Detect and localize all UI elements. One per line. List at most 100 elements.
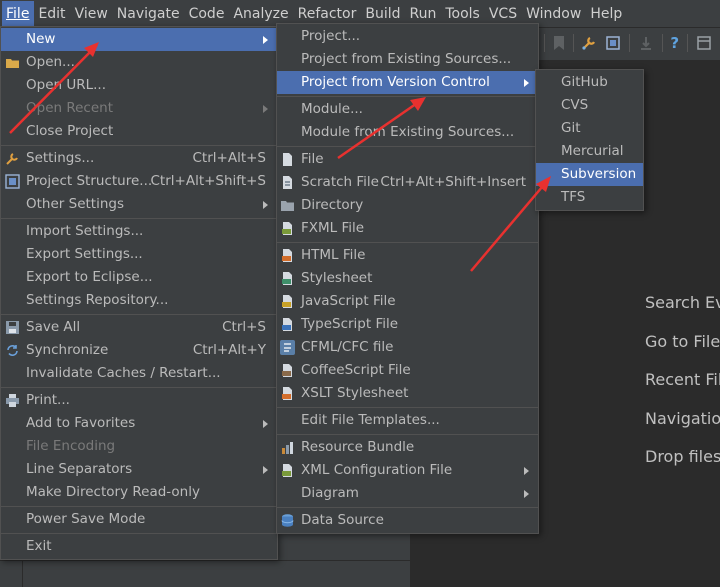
menu-separator: [277, 434, 538, 435]
menu-item-cvs[interactable]: CVS: [536, 94, 643, 117]
menu-item-synchronize[interactable]: Synchronize Ctrl+Alt+Y: [1, 339, 277, 362]
menu-code-label: Code: [188, 5, 225, 22]
menu-file[interactable]: File: [2, 0, 35, 27]
menu-item-save-all-label: Save All: [26, 319, 81, 335]
menu-view-label: View: [74, 5, 108, 22]
menu-item-subversion[interactable]: Subversion: [536, 163, 643, 186]
menu-item-synchronize-shortcut: Ctrl+Alt+Y: [192, 342, 266, 358]
run-anything-icon[interactable]: [638, 34, 654, 52]
menu-item-edit-file-templates[interactable]: Edit File Templates...: [277, 409, 538, 432]
menu-item-stylesheet[interactable]: Stylesheet: [277, 267, 538, 290]
menu-item-typescript-file[interactable]: TypeScript File: [277, 313, 538, 336]
menu-item-file-encoding[interactable]: File Encoding: [1, 435, 277, 458]
menu-item-edit-file-templates-label: Edit File Templates...: [301, 412, 440, 428]
menu-item-scratch-file-label: Scratch File: [301, 174, 379, 190]
menu-item-fxml-file[interactable]: FXML File: [277, 217, 538, 240]
menu-item-invalidate-caches[interactable]: Invalidate Caches / Restart...: [1, 362, 277, 385]
menu-item-make-readonly[interactable]: Make Directory Read-only: [1, 481, 277, 504]
menu-item-cfml-file[interactable]: CFML/CFC file: [277, 336, 538, 359]
menu-item-file[interactable]: File: [277, 148, 538, 171]
file-menu-dropdown: New Open... Open URL... Open Recent Clos…: [0, 26, 278, 560]
menu-item-mercurial[interactable]: Mercurial: [536, 140, 643, 163]
submenu-arrow-icon: [263, 420, 268, 428]
fxml-file-icon: [280, 221, 295, 236]
menu-item-project-from-vcs[interactable]: Project from Version Control: [277, 71, 538, 94]
submenu-arrow-icon: [524, 467, 529, 475]
menu-item-github[interactable]: GitHub: [536, 71, 643, 94]
menu-item-coffeescript-file[interactable]: CoffeeScript File: [277, 359, 538, 382]
menu-item-open[interactable]: Open...: [1, 51, 277, 74]
menu-item-open-label: Open...: [26, 54, 75, 70]
menu-item-diagram[interactable]: Diagram: [277, 482, 538, 505]
menu-item-make-readonly-label: Make Directory Read-only: [26, 484, 200, 500]
wrench-icon[interactable]: [581, 34, 597, 52]
menu-item-xml-config-file[interactable]: XML Configuration File: [277, 459, 538, 482]
menu-separator: [277, 146, 538, 147]
menu-item-html-file[interactable]: HTML File: [277, 244, 538, 267]
menu-item-save-all-shortcut: Ctrl+S: [222, 319, 266, 335]
menu-item-diagram-label: Diagram: [301, 485, 359, 501]
hint-recent-files: Recent File: [645, 370, 720, 389]
folder-icon: [280, 198, 295, 213]
menu-item-open-recent-label: Open Recent: [26, 100, 114, 116]
menu-code[interactable]: Code: [185, 1, 230, 27]
menu-item-tfs[interactable]: TFS: [536, 186, 643, 209]
menu-item-open-recent[interactable]: Open Recent: [1, 97, 277, 120]
menu-item-export-settings[interactable]: Export Settings...: [1, 243, 277, 266]
menu-item-power-save[interactable]: Power Save Mode: [1, 508, 277, 531]
menu-file-label: File: [6, 5, 30, 22]
submenu-arrow-icon: [524, 79, 529, 87]
menu-separator: [1, 314, 277, 315]
project-structure-icon[interactable]: [605, 34, 621, 52]
menu-item-tfs-label: TFS: [561, 189, 586, 205]
menu-item-module-existing[interactable]: Module from Existing Sources...: [277, 121, 538, 144]
menu-item-import-settings[interactable]: Import Settings...: [1, 220, 277, 243]
menu-window-label: Window: [526, 5, 582, 22]
menu-item-resource-bundle-label: Resource Bundle: [301, 439, 415, 455]
menu-item-directory-label: Directory: [301, 197, 364, 213]
menu-help-label: Help: [590, 5, 623, 22]
menu-item-settings[interactable]: Settings... Ctrl+Alt+S: [1, 147, 277, 170]
menu-item-export-eclipse[interactable]: Export to Eclipse...: [1, 266, 277, 289]
menu-item-xslt-stylesheet[interactable]: XSLT Stylesheet: [277, 382, 538, 405]
menu-edit[interactable]: Edit: [34, 1, 70, 27]
folder-icon: [5, 55, 20, 70]
menu-item-exit[interactable]: Exit: [1, 535, 277, 558]
menu-item-directory[interactable]: Directory: [277, 194, 538, 217]
menu-item-resource-bundle[interactable]: Resource Bundle: [277, 436, 538, 459]
menu-item-project-existing-label: Project from Existing Sources...: [301, 51, 512, 67]
menu-item-close-project[interactable]: Close Project: [1, 120, 277, 143]
menu-view[interactable]: View: [71, 1, 113, 27]
coffeescript-file-icon: [280, 363, 295, 378]
menu-item-project-structure[interactable]: Project Structure... Ctrl+Alt+Shift+S: [1, 170, 277, 193]
menu-navigate[interactable]: Navigate: [113, 1, 185, 27]
menu-item-module-label: Module...: [301, 101, 363, 117]
menu-help[interactable]: Help: [586, 1, 627, 27]
layout-icon[interactable]: [696, 34, 712, 52]
menu-item-data-source[interactable]: Data Source: [277, 509, 538, 532]
menu-item-line-separators[interactable]: Line Separators: [1, 458, 277, 481]
menu-item-javascript-file[interactable]: JavaScript File: [277, 290, 538, 313]
menu-item-git[interactable]: Git: [536, 117, 643, 140]
menu-refactor-label: Refactor: [297, 5, 357, 22]
hint-go-to-file: Go to File: [645, 332, 720, 351]
menu-item-project-existing[interactable]: Project from Existing Sources...: [277, 48, 538, 71]
bookmark-icon[interactable]: [553, 34, 565, 52]
menu-item-other-settings[interactable]: Other Settings: [1, 193, 277, 216]
menu-item-fxml-file-label: FXML File: [301, 220, 365, 236]
project-structure-icon: [5, 174, 20, 189]
menu-item-module[interactable]: Module...: [277, 98, 538, 121]
menu-item-settings-label: Settings...: [26, 150, 95, 166]
help-icon[interactable]: ?: [670, 34, 679, 52]
menu-item-scratch-file[interactable]: Scratch File Ctrl+Alt+Shift+Insert: [277, 171, 538, 194]
menu-item-settings-repository[interactable]: Settings Repository...: [1, 289, 277, 312]
submenu-arrow-icon: [263, 466, 268, 474]
menu-item-new-project[interactable]: Project...: [277, 25, 538, 48]
toolbar-separator: [572, 34, 574, 52]
menu-item-add-favorites[interactable]: Add to Favorites: [1, 412, 277, 435]
menu-item-open-url[interactable]: Open URL...: [1, 74, 277, 97]
menu-item-new[interactable]: New: [1, 28, 277, 51]
menu-item-save-all[interactable]: Save All Ctrl+S: [1, 316, 277, 339]
menu-item-print[interactable]: Print...: [1, 389, 277, 412]
menu-item-export-settings-label: Export Settings...: [26, 246, 143, 262]
